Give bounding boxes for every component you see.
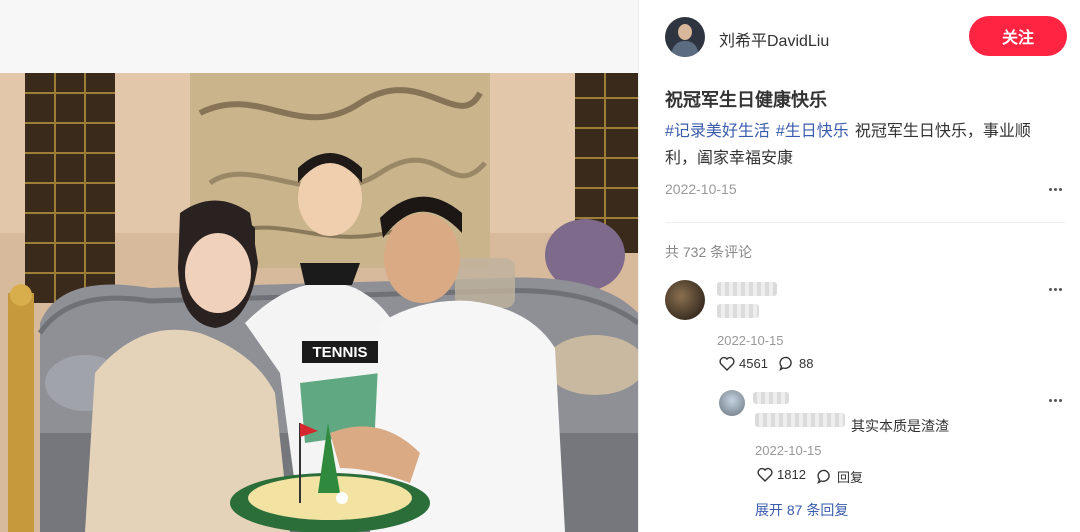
heart-icon xyxy=(719,356,735,371)
note-date: 2022-10-15 xyxy=(665,181,737,197)
comment-icon xyxy=(817,469,830,484)
author-bar: 刘希平DavidLiu 关注 xyxy=(639,0,1080,72)
expand-replies-link[interactable]: 展开 87 条回复 xyxy=(755,500,848,520)
shirt-text: TENNIS xyxy=(312,344,367,361)
author-avatar[interactable] xyxy=(665,17,705,57)
comment-count: 共 732 条评论 xyxy=(665,244,753,260)
like-button[interactable]: 4561 xyxy=(719,356,768,371)
note-photo[interactable]: TENNIS xyxy=(0,73,638,532)
replier-avatar[interactable] xyxy=(719,390,745,416)
more-options-icon[interactable] xyxy=(1047,287,1065,293)
note-text: 祝冠军生日快乐，事业顺 xyxy=(854,123,1031,140)
author-name[interactable]: 刘希平DavidLiu xyxy=(719,27,829,51)
like-count: 4561 xyxy=(739,356,768,371)
blurred-reply-text xyxy=(755,413,845,427)
like-button[interactable]: 1812 xyxy=(757,467,806,482)
photo-illustration: TENNIS xyxy=(0,73,638,532)
note-title: 祝冠军生日健康快乐 xyxy=(665,90,827,110)
more-options-icon[interactable] xyxy=(1047,187,1065,193)
note-text: 利，阖家幸福安康 xyxy=(665,150,794,167)
follow-button[interactable]: 关注 xyxy=(969,16,1067,56)
reply-date: 2022-10-15 xyxy=(755,443,822,458)
blurred-username xyxy=(753,392,789,404)
hashtag-link[interactable]: #生日快乐 xyxy=(776,123,849,140)
comment-date: 2022-10-15 xyxy=(717,333,784,348)
reply-label: 回复 xyxy=(837,470,864,485)
blurred-username xyxy=(717,282,777,296)
comment-button[interactable]: 88 xyxy=(779,356,813,371)
heart-icon xyxy=(757,467,773,482)
media-pane: TENNIS xyxy=(0,0,638,532)
comment-icon xyxy=(779,356,792,371)
hashtag-link[interactable]: #记录美好生活 xyxy=(665,123,770,140)
divider xyxy=(665,222,1065,223)
note-detail-pane: 刘希平DavidLiu 关注 祝冠军生日健康快乐 #记录美好生活 #生日快乐 祝冠军… xyxy=(638,0,1080,532)
more-options-icon[interactable] xyxy=(1047,398,1065,404)
reply-count: 88 xyxy=(799,356,814,371)
commenter-avatar[interactable] xyxy=(665,280,705,320)
reply-button[interactable]: 回复 xyxy=(817,467,863,486)
blurred-comment-text xyxy=(717,304,759,318)
like-count: 1812 xyxy=(777,467,806,482)
note-description: #记录美好生活 #生日快乐 祝冠军生日快乐，事业顺 利，阖家幸福安康 xyxy=(665,118,1065,172)
reply-text: 其实本质是渣渣 xyxy=(851,418,949,434)
